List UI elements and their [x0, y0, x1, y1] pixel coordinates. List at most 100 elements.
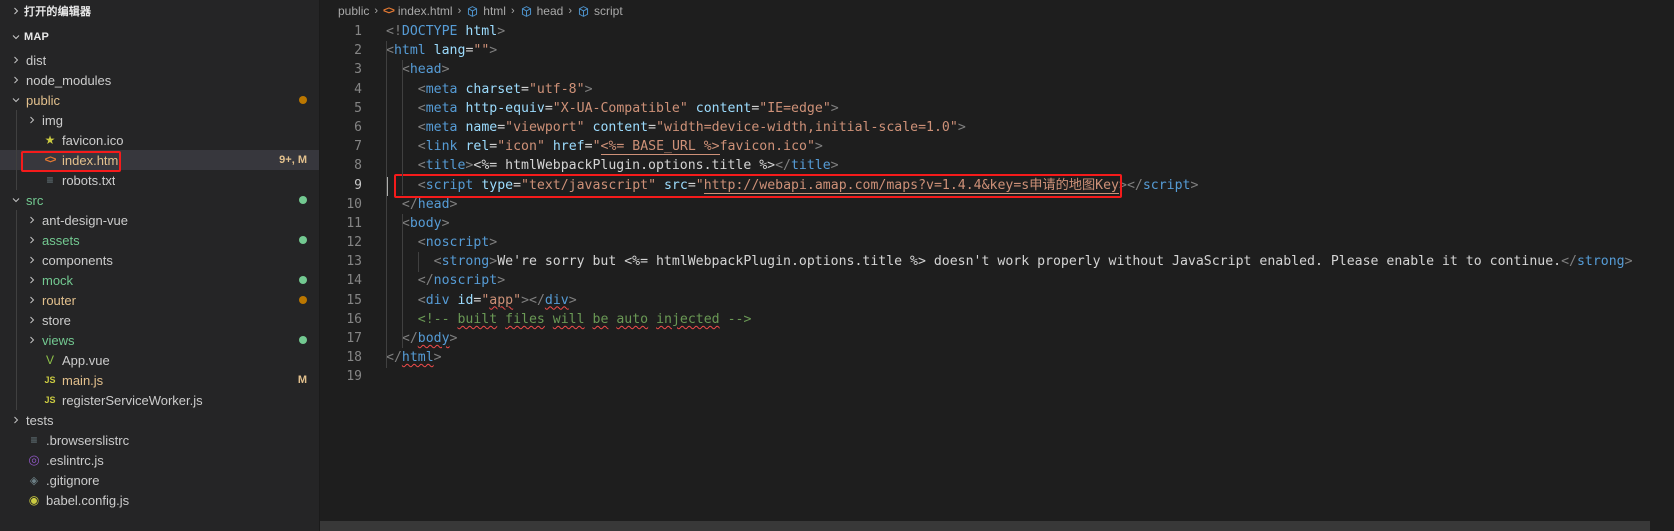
- code-line[interactable]: 14 </noscript>: [320, 271, 1674, 290]
- tree-row--browserslistrc[interactable]: ≡ .browserslistrc: [0, 430, 319, 450]
- code-line[interactable]: 11 <body>: [320, 214, 1674, 233]
- tree-row-store[interactable]: store: [0, 310, 319, 330]
- code-line[interactable]: 8 <title><%= htmlWebpackPlugin.options.t…: [320, 156, 1674, 175]
- tree-row--eslintrc-js[interactable]: ◎ .eslintrc.js: [0, 450, 319, 470]
- code-editor[interactable]: 1 <!DOCTYPE html> 2 <html lang=""> 3 <head> 4…: [320, 22, 1674, 531]
- line-number: 2: [354, 43, 362, 59]
- horizontal-scrollbar[interactable]: [320, 521, 1674, 531]
- line-number: 5: [354, 100, 362, 116]
- code-line[interactable]: 6 <meta name="viewport" content="width=d…: [320, 118, 1674, 137]
- chevron-down-icon: [8, 194, 24, 206]
- status-dot-icon: [299, 96, 307, 104]
- file-tree: dist node_modulespublic img ★ favicon.ico <> i…: [0, 48, 319, 510]
- code-line[interactable]: 13 <strong>We're sorry but <%= htmlWebpa…: [320, 252, 1674, 271]
- tree-item-label: views: [42, 332, 75, 348]
- tree-row-index-html[interactable]: <> index.html 9+, M: [0, 150, 319, 170]
- tree-item-label: favicon.ico: [62, 132, 124, 148]
- code-line[interactable]: 18 </html>: [320, 348, 1674, 367]
- tree-row-favicon-ico[interactable]: ★ favicon.ico: [0, 130, 319, 150]
- tree-row-ant-design-vue[interactable]: ant-design-vue: [0, 210, 319, 230]
- breadcrumb-separator-icon: ›: [457, 5, 462, 17]
- breadcrumb-label: public: [338, 4, 370, 18]
- tree-row-src[interactable]: src: [0, 190, 319, 210]
- tree-row-mock[interactable]: mock: [0, 270, 319, 290]
- status-dot-icon: [299, 296, 307, 304]
- line-number: 16: [346, 311, 362, 327]
- breadcrumb-item-public[interactable]: public: [338, 4, 369, 18]
- tree-item-label: robots.txt: [62, 172, 116, 188]
- workspace-section-header[interactable]: MAP: [0, 26, 319, 48]
- tree-row--gitignore[interactable]: ◈ .gitignore: [0, 470, 319, 490]
- tree-item-label: node_modules: [26, 72, 112, 88]
- tree-row-babel-config-js[interactable]: ◉ babel.config.js: [0, 490, 319, 510]
- indent-guide: [418, 252, 420, 272]
- tree-row-img[interactable]: img: [0, 110, 319, 130]
- indent-guide: [16, 250, 24, 270]
- tree-row-dist[interactable]: dist: [0, 50, 319, 70]
- tree-row-views[interactable]: views: [0, 330, 319, 350]
- tree-row-router[interactable]: router: [0, 290, 319, 310]
- explorer-sidebar: 打开的编辑器 MAP dist node_modulespublic img ★ fav…: [0, 0, 320, 531]
- code-line[interactable]: 5 <meta http-equiv="X-UA-Compatible" con…: [320, 99, 1674, 118]
- tree-row-node-modules[interactable]: node_modules: [0, 70, 319, 90]
- tree-row-assets[interactable]: assets: [0, 230, 319, 250]
- code-line[interactable]: 17 </body>: [320, 329, 1674, 348]
- tree-row-registerserviceworker-js[interactable]: JS registerServiceWorker.js: [0, 390, 319, 410]
- eslint-file-icon: ◎: [28, 452, 40, 467]
- code-line[interactable]: 1 <!DOCTYPE html>: [320, 22, 1674, 41]
- breadcrumb-item-head[interactable]: head: [520, 4, 563, 18]
- indent-guide: [16, 150, 24, 170]
- indent-guide: [16, 390, 24, 410]
- chevron-right-icon: [24, 274, 40, 286]
- line-number: 13: [346, 254, 362, 270]
- code-line[interactable]: 16 <!-- built files will be auto injecte…: [320, 310, 1674, 329]
- breadcrumb-item-script[interactable]: script: [577, 4, 623, 18]
- open-editors-section-header[interactable]: 打开的编辑器: [0, 0, 319, 22]
- indent-guide: [16, 350, 24, 370]
- breadcrumb-item-html[interactable]: html: [466, 4, 506, 18]
- breadcrumb-item-index-html[interactable]: <> index.html: [383, 4, 453, 18]
- tree-item-label: .gitignore: [46, 472, 100, 488]
- tree-row-components[interactable]: components: [0, 250, 319, 270]
- code-line[interactable]: 9 <script type="text/javascript" src="ht…: [320, 176, 1674, 195]
- line-content: <div id="app"></div>: [417, 292, 577, 308]
- code-line[interactable]: 12 <noscript>: [320, 233, 1674, 252]
- tree-item-label: public: [26, 92, 60, 108]
- status-dot-icon: [299, 336, 307, 344]
- line-content: <html lang="">: [386, 43, 498, 59]
- tree-row-main-js[interactable]: JS main.js M: [0, 370, 319, 390]
- code-line[interactable]: 7 <link rel="icon" href="<%= BASE_URL %>…: [320, 137, 1674, 156]
- code-line[interactable]: 2 <html lang="">: [320, 41, 1674, 60]
- folder-status-dot: [299, 230, 307, 250]
- indent-guide: [386, 41, 387, 368]
- tree-item-label: dist: [26, 52, 47, 68]
- html-file-icon: <>: [383, 5, 395, 17]
- horizontal-scrollbar-thumb[interactable]: [320, 521, 1650, 531]
- breadcrumb-separator-icon: ›: [374, 5, 379, 17]
- file-status-badge: 9+, M: [279, 154, 307, 166]
- code-line[interactable]: 19: [320, 367, 1674, 386]
- indent-guide: [402, 60, 404, 195]
- tree-row-app-vue[interactable]: V App.vue: [0, 350, 319, 370]
- indent-guide: [16, 210, 24, 230]
- tree-row-robots-txt[interactable]: ≡ robots.txt: [0, 170, 319, 190]
- code-line[interactable]: 15 <div id="app"></div>: [320, 291, 1674, 310]
- code-line[interactable]: 3 <head>: [320, 60, 1674, 79]
- code-line[interactable]: 10 </head>: [320, 195, 1674, 214]
- tree-row-public[interactable]: public: [0, 90, 319, 110]
- line-content: <head>: [401, 62, 450, 78]
- tree-row-tests[interactable]: tests: [0, 410, 319, 430]
- indent-guide: [16, 110, 24, 130]
- chevron-down-icon: [8, 94, 24, 106]
- folder-status-dot: [299, 90, 307, 110]
- open-editors-label: 打开的编辑器: [24, 6, 92, 18]
- line-number: 8: [354, 158, 362, 174]
- line-content: <!DOCTYPE html>: [386, 24, 506, 39]
- code-line[interactable]: 4 <meta charset="utf-8">: [320, 80, 1674, 99]
- chevron-right-icon: [24, 214, 40, 226]
- indent-guide: [16, 130, 24, 150]
- text-file-icon: ≡: [30, 433, 38, 447]
- git-file-icon: ◈: [29, 474, 39, 487]
